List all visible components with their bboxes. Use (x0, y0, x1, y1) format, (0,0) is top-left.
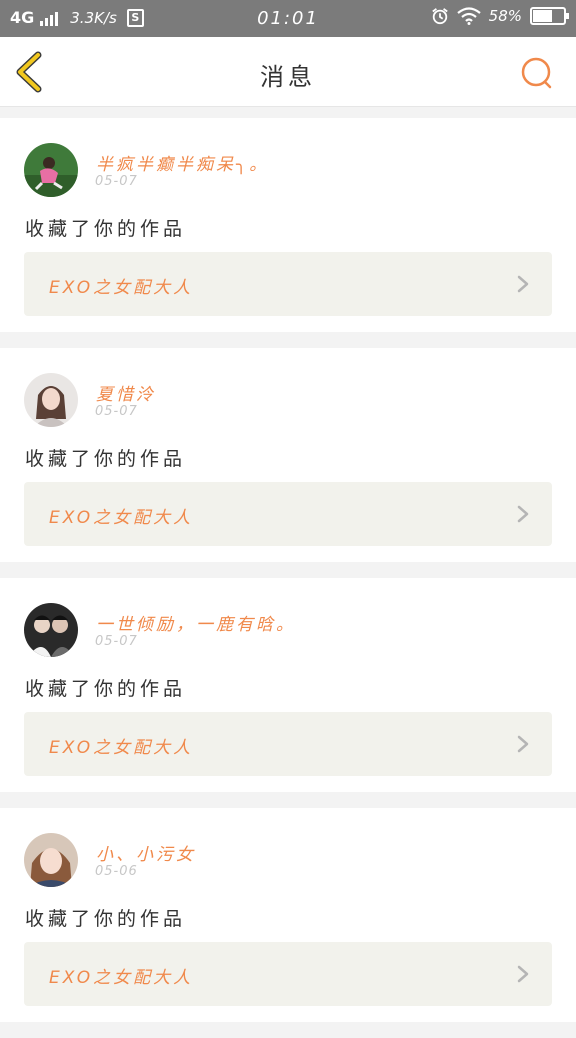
chevron-right-icon (517, 275, 529, 293)
battery-percent: 58% (488, 7, 522, 25)
message-date: 05-06 (95, 864, 138, 879)
battery-icon (530, 7, 569, 25)
avatar[interactable] (24, 833, 78, 887)
action-text: 收藏了你的作品 (25, 908, 187, 930)
message-card: 半疯半癫半痴呆╮。 05-07 收藏了你的作品 EXO之女配大人 (0, 118, 576, 332)
nav-bar: 消息 (0, 37, 576, 107)
page-title: 消息 (260, 63, 316, 91)
chevron-right-icon (517, 735, 529, 753)
work-link[interactable]: EXO之女配大人 (24, 482, 552, 546)
chevron-right-icon (517, 505, 529, 523)
message-date: 05-07 (95, 634, 138, 649)
username[interactable]: 半疯半癫半痴呆╮。 (96, 150, 269, 175)
action-text: 收藏了你的作品 (25, 678, 187, 700)
message-card: 一世倾励，一鹿有晗。 05-07 收藏了你的作品 EXO之女配大人 (0, 578, 576, 792)
action-text: 收藏了你的作品 (25, 448, 187, 470)
avatar-image-3 (24, 603, 78, 657)
avatar-image-2 (24, 373, 78, 427)
work-link[interactable]: EXO之女配大人 (24, 942, 552, 1006)
username[interactable]: 小、小污女 (96, 840, 196, 865)
work-title: EXO之女配大人 (49, 738, 194, 758)
alarm-icon (431, 8, 448, 25)
chevron-right-icon (517, 965, 529, 983)
avatar[interactable] (24, 143, 78, 197)
avatar-image-1 (24, 143, 78, 197)
work-title: EXO之女配大人 (49, 968, 194, 988)
avatar[interactable] (24, 603, 78, 657)
wifi-icon (456, 7, 481, 25)
avatar[interactable] (24, 373, 78, 427)
message-date: 05-07 (95, 174, 138, 189)
work-title: EXO之女配大人 (49, 278, 194, 298)
search-icon[interactable] (520, 56, 554, 90)
message-card: 夏惜泠 05-07 收藏了你的作品 EXO之女配大人 (0, 348, 576, 562)
action-text: 收藏了你的作品 (25, 218, 187, 240)
status-right: 58% (431, 7, 569, 25)
battery-fill (533, 10, 552, 22)
work-title: EXO之女配大人 (49, 508, 194, 528)
avatar-image-4 (24, 833, 78, 887)
message-date: 05-07 (95, 404, 138, 419)
work-link[interactable]: EXO之女配大人 (24, 712, 552, 776)
work-link[interactable]: EXO之女配大人 (24, 252, 552, 316)
message-card: 小、小污女 05-06 收藏了你的作品 EXO之女配大人 (0, 808, 576, 1022)
status-bar: 4G 3.3K/s S 01:01 58% (0, 0, 576, 37)
username[interactable]: 夏惜泠 (96, 380, 156, 405)
message-list: 半疯半癫半痴呆╮。 05-07 收藏了你的作品 EXO之女配大人 夏惜泠 05-… (0, 118, 576, 1038)
username[interactable]: 一世倾励，一鹿有晗。 (96, 610, 296, 635)
